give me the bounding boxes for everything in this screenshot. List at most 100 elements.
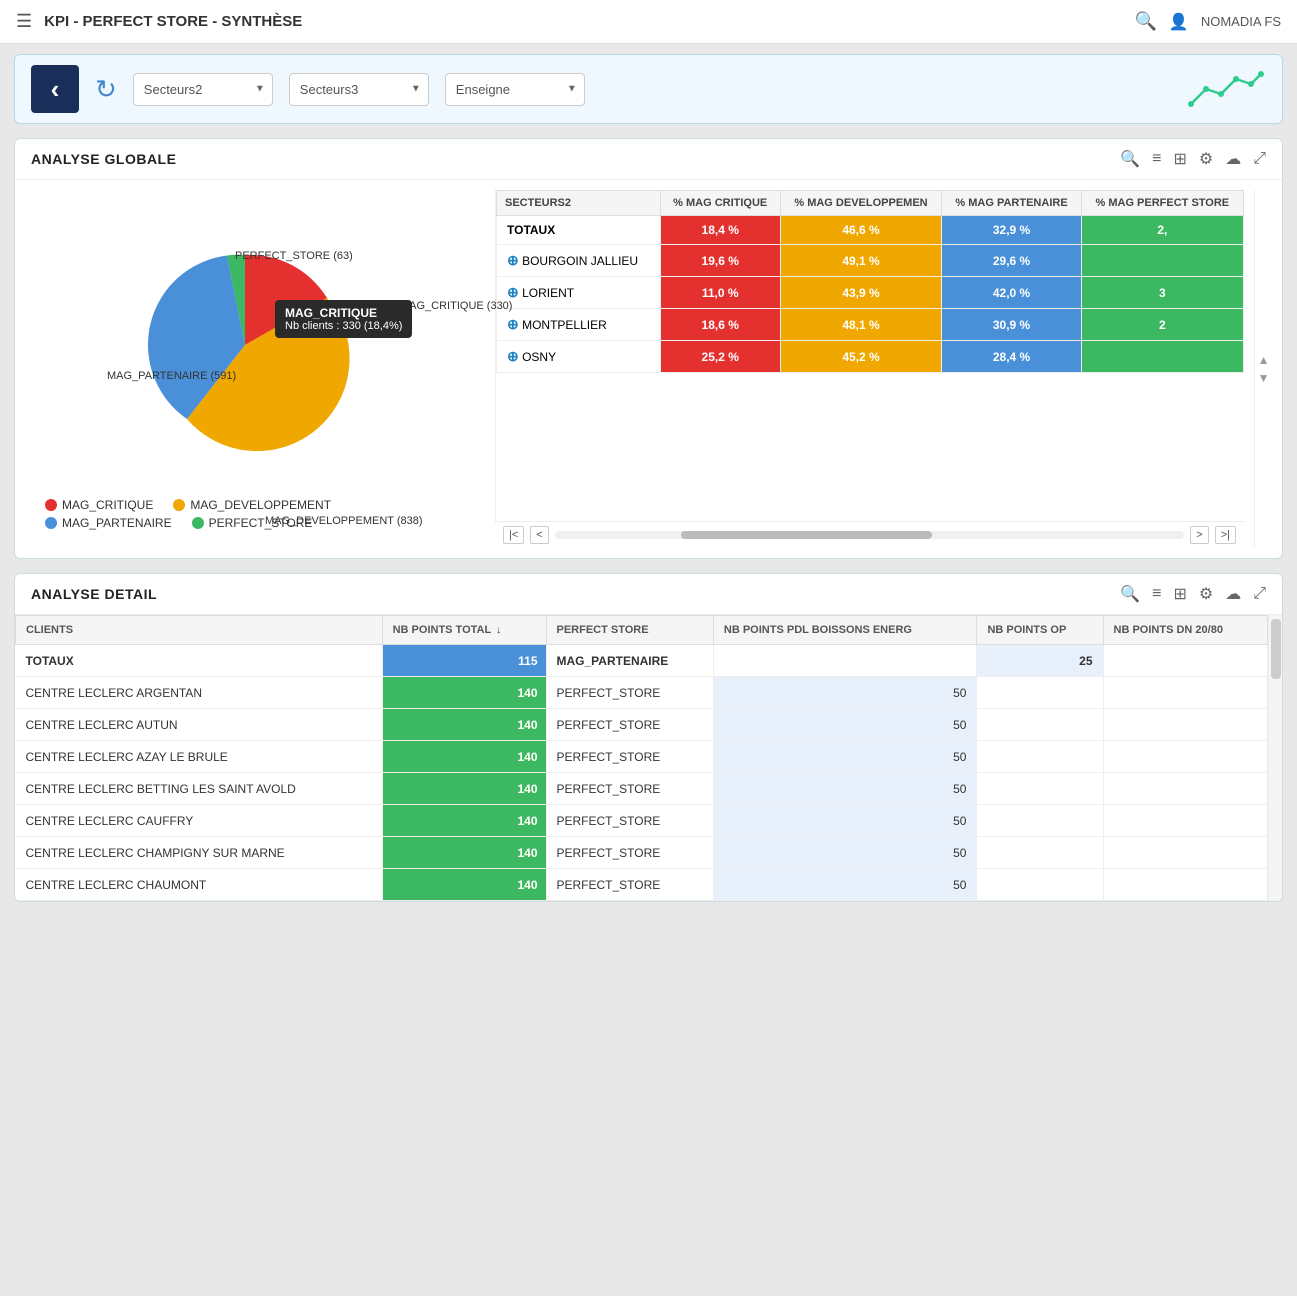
expand-btn[interactable]: ⊕ (507, 284, 519, 300)
back-button[interactable]: ‹ (31, 65, 79, 113)
store-cell: MAG_PARTENAIRE (546, 645, 713, 677)
pie-chart: MAG_CRITIQUE Nb clients : 330 (18,4%) PE… (105, 220, 405, 480)
h-scrollbar[interactable] (555, 531, 1185, 539)
th-nb-points[interactable]: NB POINTS TOTAL ↓ (382, 616, 546, 645)
client-cell: CENTRE LECLERC AUTUN (16, 709, 383, 741)
table-row: CENTRE LECLERC CAUFFRY140PERFECT_STORE50 (16, 805, 1268, 837)
th-perfect-store: PERFECT STORE (546, 616, 713, 645)
grid-tool-icon[interactable]: ⊞ (1173, 149, 1186, 169)
enseigne-select[interactable]: Enseigne (445, 73, 585, 106)
pie-tooltip: MAG_CRITIQUE Nb clients : 330 (18,4%) (275, 300, 412, 338)
refresh-icon: ↻ (95, 74, 117, 105)
scroll-down-icon[interactable]: ▼ (1258, 371, 1270, 385)
legend-item-critique: MAG_CRITIQUE (45, 498, 153, 512)
bar-cell: 140 (382, 741, 546, 773)
analyse-globale-header: ANALYSE GLOBALE 🔍 ≡ ⊞ ⚙ ☁ ⤢ (15, 139, 1282, 180)
bar-cell: 140 (382, 677, 546, 709)
grid-tool2-icon[interactable]: ⊞ (1173, 584, 1186, 604)
secteurs2-select[interactable]: Secteurs2 (133, 73, 273, 106)
user-icon[interactable]: 👤 (1169, 12, 1189, 32)
client-cell: CENTRE LECLERC CAUFFRY (16, 805, 383, 837)
op-cell (977, 869, 1103, 901)
table-nav: |< < > >| (495, 521, 1244, 548)
bar-cell: 140 (382, 869, 546, 901)
search-tool2-icon[interactable]: 🔍 (1120, 584, 1140, 604)
menu-icon[interactable]: ☰ (16, 11, 32, 32)
analyse-globale-body: MAG_CRITIQUE Nb clients : 330 (18,4%) PE… (15, 180, 1282, 558)
pdl-cell: 50 (713, 805, 977, 837)
analyse-globale-tools: 🔍 ≡ ⊞ ⚙ ☁ ⤢ (1120, 149, 1266, 169)
bar-cell: 140 (382, 709, 546, 741)
table-row: TOTAUX115MAG_PARTENAIRE25 (16, 645, 1268, 677)
dn-cell (1103, 741, 1267, 773)
cloud-tool2-icon[interactable]: ☁ (1225, 584, 1241, 604)
refresh-button[interactable]: ↻ (95, 74, 117, 105)
table-row: CENTRE LECLERC CHAMPIGNY SUR MARNE140PER… (16, 837, 1268, 869)
store-cell: PERFECT_STORE (546, 837, 713, 869)
search-tool-icon[interactable]: 🔍 (1120, 149, 1140, 169)
analyse-detail-header: ANALYSE DETAIL 🔍 ≡ ⊞ ⚙ ☁ ⤢ (15, 574, 1282, 615)
expand-btn[interactable]: ⊕ (507, 252, 519, 268)
legend-label-developpement: MAG_DEVELOPPEMENT (190, 498, 331, 512)
settings-tool2-icon[interactable]: ⚙ (1199, 584, 1213, 604)
scroll-up-icon[interactable]: ▲ (1258, 353, 1270, 367)
store-cell: PERFECT_STORE (546, 741, 713, 773)
th-partenaire: % MAG PARTENAIRE (942, 191, 1081, 216)
pie-legend: MAG_CRITIQUE MAG_DEVELOPPEMENT MAG_PARTE… (35, 490, 475, 538)
back-icon: ‹ (51, 74, 60, 105)
app-title: KPI - PERFECT STORE - SYNTHÈSE (44, 13, 1134, 30)
nav-prev[interactable]: < (530, 526, 548, 544)
op-cell (977, 773, 1103, 805)
detail-scrollbar-thumb (1271, 619, 1281, 679)
op-cell: 25 (977, 645, 1103, 677)
dn-cell (1103, 645, 1267, 677)
nav-first[interactable]: |< (503, 526, 524, 544)
globale-table-section: SECTEURS2 % MAG CRITIQUE % MAG DEVELOPPE… (495, 190, 1244, 521)
dn-cell (1103, 837, 1267, 869)
th-developpement: % MAG DEVELOPPEMEN (780, 191, 942, 216)
th-clients: CLIENTS (16, 616, 383, 645)
bar-cell: 140 (382, 805, 546, 837)
th-perfect: % MAG PERFECT STORE (1081, 191, 1243, 216)
enseigne-wrapper: Enseigne (445, 73, 585, 106)
expand-btn[interactable]: ⊕ (507, 316, 519, 332)
store-cell: PERFECT_STORE (546, 709, 713, 741)
op-cell (977, 709, 1103, 741)
th-dn: NB POINTS DN 20/80 (1103, 616, 1267, 645)
pdl-cell: 50 (713, 677, 977, 709)
client-cell: CENTRE LECLERC AZAY LE BRULE (16, 741, 383, 773)
table-row: CENTRE LECLERC CHAUMONT140PERFECT_STORE5… (16, 869, 1268, 901)
bar-cell: 140 (382, 837, 546, 869)
nav-next[interactable]: > (1190, 526, 1208, 544)
expand-tool-icon[interactable]: ⤢ (1253, 150, 1266, 168)
expand-tool2-icon[interactable]: ⤢ (1253, 585, 1266, 603)
pdl-cell: 50 (713, 741, 977, 773)
bar-cell: 140 (382, 773, 546, 805)
table-row: CENTRE LECLERC ARGENTAN140PERFECT_STORE5… (16, 677, 1268, 709)
settings-tool-icon[interactable]: ⚙ (1199, 149, 1213, 169)
bar-cell: 115 (382, 645, 546, 677)
op-cell (977, 677, 1103, 709)
legend-dot-perfect (192, 517, 204, 529)
pdl-cell: 50 (713, 709, 977, 741)
legend-item-partenaire: MAG_PARTENAIRE (45, 516, 172, 530)
expand-btn[interactable]: ⊕ (507, 348, 519, 364)
client-cell: CENTRE LECLERC BETTING LES SAINT AVOLD (16, 773, 383, 805)
search-icon[interactable]: 🔍 (1134, 11, 1156, 32)
tooltip-category: MAG_CRITIQUE (285, 306, 402, 320)
pdl-cell: 50 (713, 869, 977, 901)
main-content: ‹ ↻ Secteurs2 Secteurs3 Enseigne (0, 44, 1297, 926)
filter-tool-icon[interactable]: ≡ (1152, 150, 1161, 168)
detail-table: CLIENTS NB POINTS TOTAL ↓ PERFECT STORE … (15, 615, 1268, 901)
pie-section: MAG_CRITIQUE Nb clients : 330 (18,4%) PE… (25, 190, 485, 548)
legend-label-critique: MAG_CRITIQUE (62, 498, 153, 512)
user-label: NOMADIA FS (1201, 14, 1281, 29)
detail-v-scrollbar[interactable] (1268, 615, 1282, 901)
dn-cell (1103, 709, 1267, 741)
secteurs3-select[interactable]: Secteurs3 (289, 73, 429, 106)
store-cell: PERFECT_STORE (546, 773, 713, 805)
nav-last[interactable]: >| (1215, 526, 1236, 544)
filter-tool2-icon[interactable]: ≡ (1152, 585, 1161, 603)
cloud-tool-icon[interactable]: ☁ (1225, 149, 1241, 169)
dn-cell (1103, 773, 1267, 805)
